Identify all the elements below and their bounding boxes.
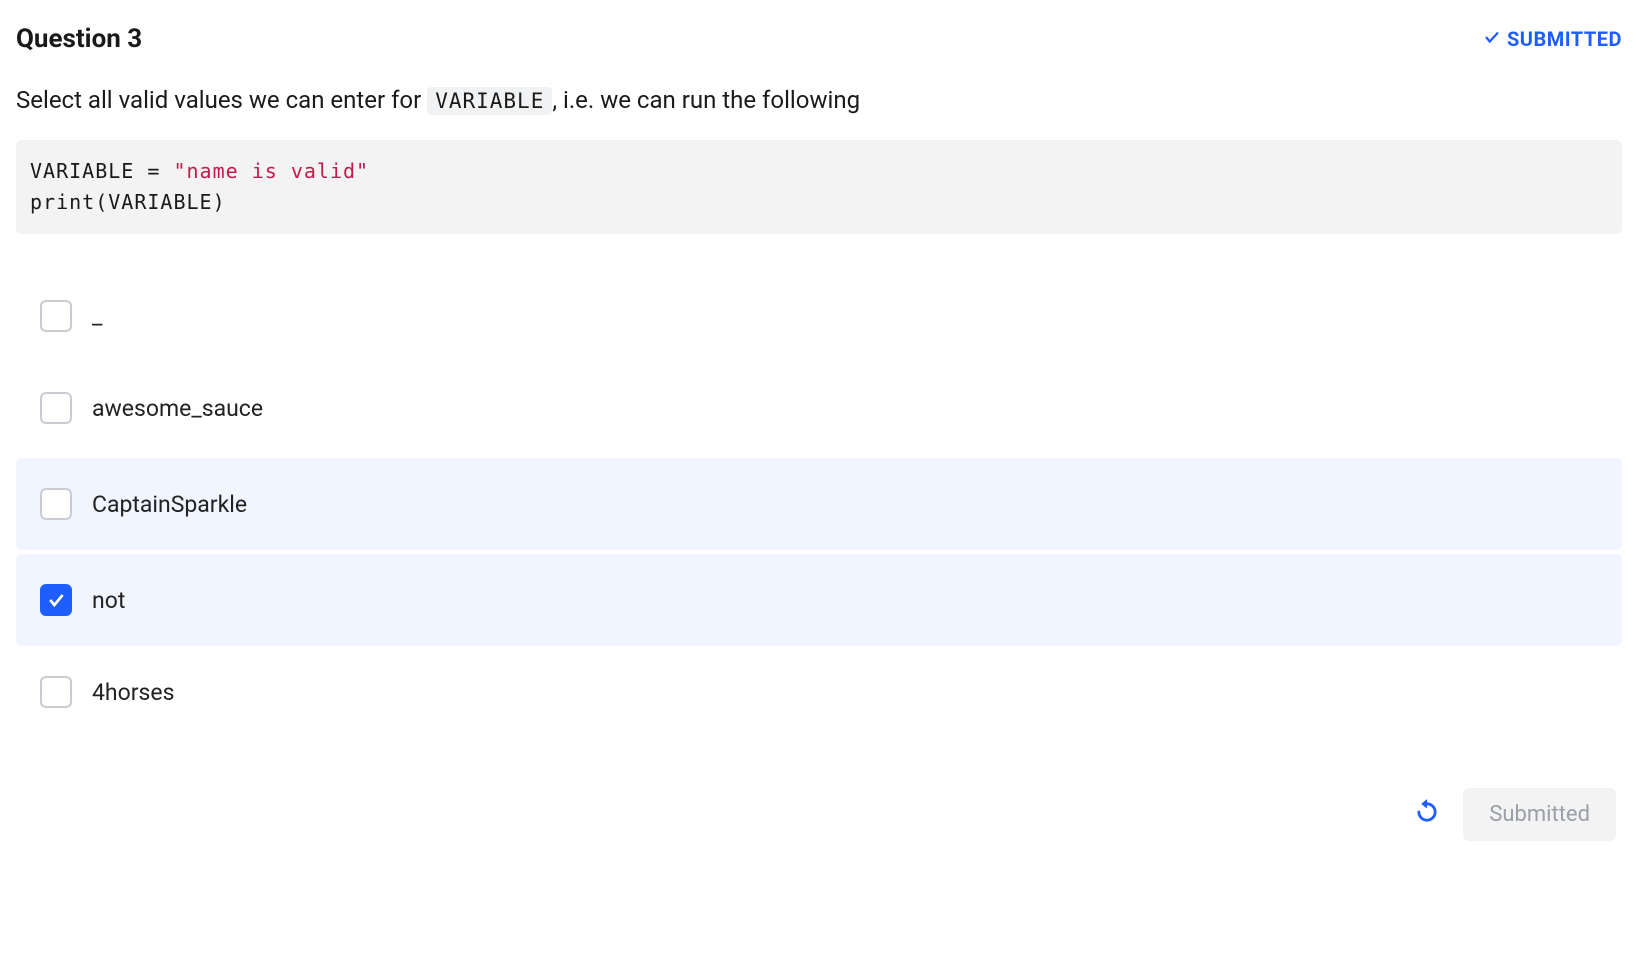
option-row[interactable]: not bbox=[16, 554, 1622, 646]
prompt-text-after: , i.e. we can run the following bbox=[552, 86, 860, 114]
check-icon bbox=[1483, 27, 1501, 51]
option-label: not bbox=[92, 587, 125, 614]
reset-button[interactable] bbox=[1413, 798, 1441, 832]
prompt-inline-code: VARIABLE bbox=[427, 87, 552, 115]
submit-button-disabled: Submitted bbox=[1463, 788, 1616, 841]
option-label: CaptainSparkle bbox=[92, 491, 247, 518]
option-row[interactable]: 4horses bbox=[16, 646, 1622, 738]
undo-icon bbox=[1413, 798, 1441, 832]
code-lhs: VARIABLE = bbox=[30, 159, 173, 183]
code-line-2: print(VARIABLE) bbox=[30, 187, 1608, 218]
submitted-badge-label: SUBMITTED bbox=[1507, 27, 1622, 51]
option-label: 4horses bbox=[92, 679, 174, 706]
code-line-1: VARIABLE = "name is valid" bbox=[30, 156, 1608, 187]
checkbox[interactable] bbox=[40, 300, 72, 332]
code-string-literal: "name is valid" bbox=[173, 159, 369, 183]
option-row[interactable]: CaptainSparkle bbox=[16, 458, 1622, 550]
option-label: _ bbox=[92, 303, 102, 330]
options-list: _ awesome_sauce CaptainSparkle not 4horses bbox=[16, 270, 1622, 738]
checkbox[interactable] bbox=[40, 392, 72, 424]
question-header: Question 3 SUBMITTED bbox=[16, 24, 1622, 54]
question-prompt: Select all valid values we can enter for… bbox=[16, 82, 1622, 118]
question-footer: Submitted bbox=[16, 788, 1622, 841]
checkbox[interactable] bbox=[40, 676, 72, 708]
question-title: Question 3 bbox=[16, 24, 142, 54]
code-block: VARIABLE = "name is valid" print(VARIABL… bbox=[16, 140, 1622, 234]
prompt-text-before: Select all valid values we can enter for bbox=[16, 86, 427, 114]
option-label: awesome_sauce bbox=[92, 395, 263, 422]
option-row[interactable]: awesome_sauce bbox=[16, 362, 1622, 454]
option-row[interactable]: _ bbox=[16, 270, 1622, 362]
submitted-badge: SUBMITTED bbox=[1483, 27, 1622, 51]
checkbox[interactable] bbox=[40, 584, 72, 616]
checkbox[interactable] bbox=[40, 488, 72, 520]
